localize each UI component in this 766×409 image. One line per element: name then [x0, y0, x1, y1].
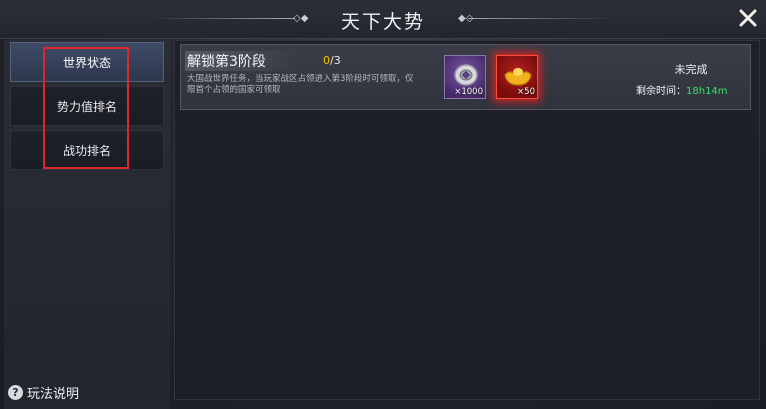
tab-label: 势力值排名	[56, 99, 117, 114]
reward-count: ×1000	[454, 87, 483, 97]
tab-world-status[interactable]: 世界状态	[10, 42, 164, 82]
purple-coin-icon	[454, 64, 478, 86]
task-progress: 0/3	[323, 54, 341, 67]
help-button[interactable]: ? 玩法说明	[8, 383, 80, 402]
tab-merit-ranking[interactable]: 战功排名	[10, 130, 164, 170]
tab-label: 战功排名	[62, 143, 111, 158]
reward-count: ×50	[517, 87, 535, 97]
progress-total: /3	[330, 54, 341, 67]
question-icon[interactable]: ?	[8, 384, 23, 400]
task-description: 大国战世界任务，当玩家战区占领进入第3阶段时可领取，仅限首个占领的国家可领取	[187, 74, 414, 95]
task-title: 解锁第3阶段	[187, 54, 266, 70]
tab-power-ranking[interactable]: 势力值排名	[10, 86, 164, 126]
tab-label: 世界状态	[62, 55, 111, 70]
title-decoration-right	[468, 18, 613, 19]
reward-item-coin[interactable]: ×1000	[444, 55, 486, 99]
remaining-time-value: 18h14m	[686, 86, 728, 97]
title-bar: ◇◆ 天下大势 ◆◇	[0, 0, 766, 39]
close-button[interactable]	[736, 6, 760, 30]
task-card: 解锁第3阶段 0/3 大国战世界任务，当玩家战区占领进入第3阶段时可领取，仅限首…	[180, 44, 751, 110]
window-title: 天下大势	[340, 11, 425, 33]
progress-current: 0	[323, 54, 330, 67]
help-label: 玩法说明	[27, 386, 80, 402]
gold-ingot-icon	[504, 67, 532, 86]
close-icon[interactable]	[736, 6, 760, 30]
sidebar: 世界状态 势力值排名 战功排名	[4, 40, 170, 409]
remaining-time: 剩余时间：18h14m	[636, 82, 728, 97]
remaining-label: 剩余时间：	[636, 86, 686, 97]
reward-item-ingot[interactable]: ×50	[496, 55, 538, 99]
task-status: 未完成	[674, 63, 708, 76]
